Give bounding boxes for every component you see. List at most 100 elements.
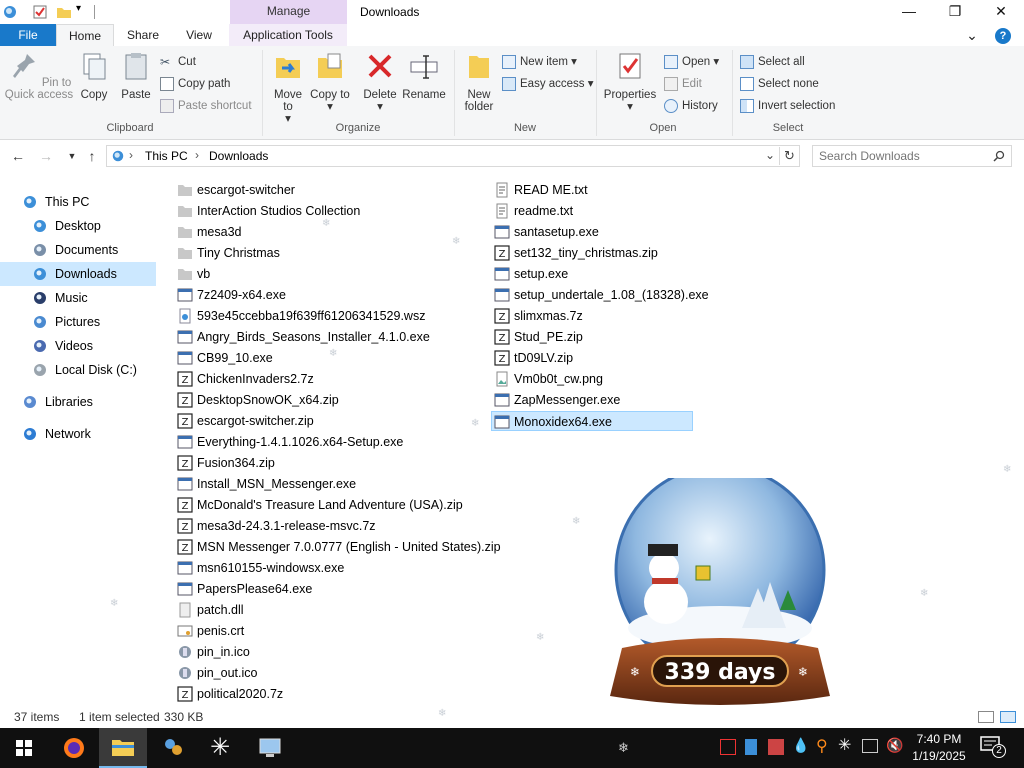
search-icon[interactable] [993,150,1005,162]
help-button[interactable]: ? [986,24,1020,46]
invert-selection-button[interactable]: Invert selection [740,96,835,116]
folder-icon [178,185,192,196]
select-none-button[interactable]: Select none [740,74,819,94]
search-box[interactable] [812,145,1012,167]
nav-item-network[interactable]: Network [0,422,156,446]
exe-file-icon [177,582,193,596]
nav-item-desktop[interactable]: Desktop [0,214,156,238]
move-to-button[interactable]: Move to ▾ [268,50,308,125]
properties-button[interactable]: Properties ▾ [602,50,658,113]
up-arrow-icon[interactable]: ↑ [82,146,102,166]
copy-button[interactable]: Copy [74,50,114,101]
exe-file-icon [177,351,193,365]
nav-item-label: Music [55,291,88,305]
edit-icon [664,76,678,91]
this-pc-icon [112,150,124,162]
paste-button[interactable]: Paste [116,50,156,101]
nav-item-music[interactable]: Music [0,286,156,310]
snowflake-icon: ❄ [110,598,119,609]
title-bar: ▾ Manage Downloads — ❐ ✕ [0,0,1024,24]
nav-item-documents[interactable]: Documents [0,238,156,262]
open-button[interactable]: Open ▾ [664,52,719,72]
app-taskbar-button[interactable] [149,728,197,768]
nav-item-videos[interactable]: Videos [0,334,156,358]
explorer-app-icon[interactable] [2,4,18,20]
minimize-button[interactable]: — [886,0,932,24]
firefox-taskbar-button[interactable] [50,728,98,768]
pin-to-quick-access-button[interactable]: Pin to Quick access [4,50,74,101]
network-app-taskbar-button[interactable] [246,728,294,768]
file-name: Install_MSN_Messenger.exe [197,477,357,491]
details-view-icon[interactable] [978,711,994,723]
select-all-button[interactable]: Select all [740,52,805,72]
file-explorer-taskbar-button[interactable] [99,728,147,768]
snowflake-app-taskbar-button[interactable]: ✳ [198,728,246,768]
tab-view[interactable]: View [174,24,224,46]
tray-app-icon[interactable] [745,739,757,755]
search-tray-icon[interactable]: ⚲ [816,736,828,756]
rename-button[interactable]: Rename [402,50,446,101]
start-button[interactable] [0,728,48,768]
recent-locations-chevron-icon[interactable]: ▼ [62,146,82,166]
file-name: MSN Messenger 7.0.0777 (English - United… [197,540,501,554]
breadcrumb-this-pc[interactable]: This PC [145,149,188,163]
customize-qat-icon[interactable]: ▾ [76,3,92,19]
tray-app-icon[interactable] [720,739,736,755]
action-center-button[interactable]: 2 [980,736,1006,758]
clock[interactable]: 7:40 PM 1/19/2025 [906,731,972,765]
breadcrumb-downloads[interactable]: Downloads [209,149,268,163]
new-item-button[interactable]: New item ▾ [502,52,577,72]
file-name: santasetup.exe [514,225,599,239]
easy-access-button[interactable]: Easy access ▾ [502,74,594,94]
close-button[interactable]: ✕ [978,0,1024,24]
delete-button[interactable]: Delete ▾ [360,50,400,113]
file-name: escargot-switcher [197,183,295,197]
history-button[interactable]: History [664,96,718,116]
refresh-icon[interactable]: ↻ [784,148,795,164]
search-input[interactable] [819,146,989,166]
new-item-icon [502,54,516,69]
forward-arrow-icon[interactable]: → [36,146,56,166]
snowflake-tray-icon[interactable]: ✳ [838,735,851,755]
copy-path-button[interactable]: Copy path [160,74,230,94]
exe-file-icon [494,393,510,407]
paste-shortcut-button[interactable]: Paste shortcut [160,96,252,116]
window-title: Downloads [360,5,420,19]
address-bar[interactable]: › This PC › Downloads ⌄ ↻ [106,145,800,167]
file-name: McDonald's Treasure Land Adventure (USA)… [197,498,463,512]
file-item[interactable]: Monoxidex64.exe [491,411,693,431]
tray-app-icon[interactable] [768,739,784,755]
cut-button[interactable]: ✂ Cut [160,52,196,72]
ribbon-collapse-icon[interactable]: ⌄ [962,24,982,46]
droplet-icon[interactable]: 💧 [792,737,809,754]
edit-button[interactable]: Edit [664,74,702,94]
nav-item-this-pc[interactable]: This PC [0,190,156,214]
new-folder-qat-icon[interactable] [56,4,72,20]
large-icons-view-icon[interactable] [1000,711,1016,723]
tab-share[interactable]: Share [118,24,168,46]
nav-item-label: This PC [45,195,90,209]
file-name: msn610155-windowsx.exe [197,561,345,575]
delete-dropdown-icon: ▾ [377,101,383,113]
nav-item-local-disk-c[interactable]: Local Disk (C:) [0,358,156,382]
volume-muted-icon[interactable]: 🔇 [886,737,903,754]
tab-application-tools[interactable]: Application Tools [229,24,347,46]
network-tray-icon[interactable] [862,739,878,753]
properties-qat-icon[interactable] [32,4,48,20]
file-name: PapersPlease64.exe [197,582,313,596]
tab-file[interactable]: File [0,24,56,46]
tab-home[interactable]: Home [56,24,114,46]
nav-item-downloads[interactable]: Downloads [0,262,156,286]
snowman-scarf [652,578,678,584]
file-name: political2020.7z [197,687,284,701]
maximize-button[interactable]: ❐ [932,0,978,24]
back-arrow-icon[interactable]: ← [8,146,28,166]
snowflake-icon: ❄ [536,632,545,643]
nav-item-label: Desktop [55,219,101,233]
nav-item-libraries[interactable]: Libraries [0,390,156,414]
copy-to-button[interactable]: Copy to ▾ [310,50,350,113]
nav-item-pictures[interactable]: Pictures [0,310,156,334]
new-folder-button[interactable]: New folder [458,50,500,113]
new-item-dropdown-icon: ▾ [571,56,577,68]
address-dropdown-chevron-icon[interactable]: ⌄ [765,148,775,162]
